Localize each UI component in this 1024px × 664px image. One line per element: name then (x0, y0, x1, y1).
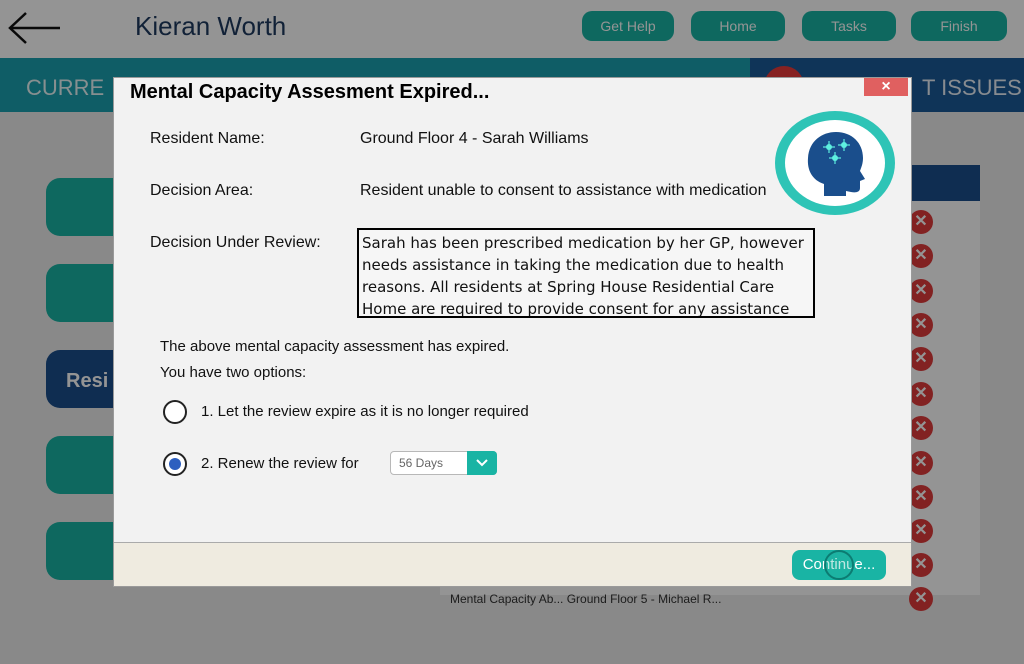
resident-name-label: Resident Name: (150, 130, 265, 147)
resident-name-value: Ground Floor 4 - Sarah Williams (360, 130, 589, 147)
close-button[interactable]: × (864, 78, 908, 96)
renew-duration-value: 56 Days (399, 456, 444, 470)
option-renew-radio[interactable] (163, 452, 187, 476)
decision-area-value: Resident unable to consent to assistance… (360, 182, 767, 199)
expired-assessment-dialog: Mental Capacity Assesment Expired... × R… (113, 77, 912, 587)
option-renew-label[interactable]: 2. Renew the review for (201, 455, 359, 472)
mental-capacity-head-icon (775, 111, 895, 215)
decision-review-label: Decision Under Review: (150, 234, 321, 251)
options-message: You have two options: (160, 364, 307, 381)
expired-message: The above mental capacity assessment has… (160, 338, 510, 355)
renew-duration-select[interactable]: 56 Days (390, 451, 497, 475)
click-indicator (824, 550, 854, 580)
option-expire-radio[interactable] (163, 400, 187, 424)
decision-area-label: Decision Area: (150, 182, 254, 199)
dialog-footer: Continue... (114, 542, 911, 586)
dialog-title: Mental Capacity Assesment Expired... (130, 81, 490, 103)
decision-review-text[interactable]: Sarah has been prescribed medication by … (357, 228, 815, 318)
chevron-down-icon[interactable] (467, 451, 497, 475)
option-expire-label[interactable]: 1. Let the review expire as it is no lon… (201, 403, 529, 420)
